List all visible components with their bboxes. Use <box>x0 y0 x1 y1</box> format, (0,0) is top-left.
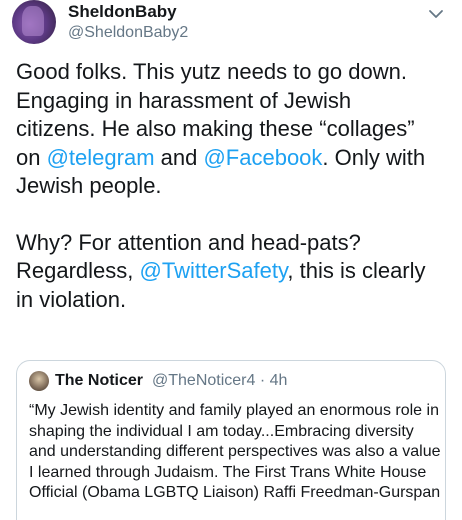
tweet-text-fragment: . Only with <box>322 144 426 170</box>
tweet-text: Good folks. This yutz needs to go down. … <box>16 58 456 314</box>
handle[interactable]: @SheldonBaby2 <box>68 24 188 42</box>
mention-twittersafety-link[interactable]: @TwitterSafety <box>140 258 288 283</box>
tweet-text-line: Jewish people. <box>16 173 162 198</box>
chevron-down-icon[interactable] <box>426 4 446 24</box>
mention-telegram-link[interactable]: @telegram <box>47 145 155 170</box>
tweet-text-line: on @telegram and @Facebook. Only with <box>16 144 456 173</box>
tweet-text-fragment: on <box>16 144 47 170</box>
quoted-avatar[interactable] <box>29 371 49 391</box>
quoted-tweet-card[interactable]: The Noticer @TheNoticer4 · 4h “My Jewish… <box>16 360 446 520</box>
tweet-text-line: Engaging in harassment of Jewish <box>16 87 352 113</box>
tweet-text-fragment: , this is clearly <box>287 258 426 283</box>
tweet: SheldonBaby @SheldonBaby2 Good folks. Th… <box>0 0 462 520</box>
quoted-display-name[interactable]: The Noticer <box>55 372 143 390</box>
tweet-text-line: in violation. <box>16 286 127 312</box>
mention-facebook-link[interactable]: @Facebook <box>203 145 322 170</box>
tweet-text-line: Good folks. This yutz needs to go down. <box>16 59 407 84</box>
quoted-tweet-text: “My Jewish identity and family played an… <box>29 402 441 501</box>
display-name[interactable]: SheldonBaby <box>68 2 177 22</box>
tweet-text-fragment: Regardless, <box>16 258 140 283</box>
avatar[interactable] <box>12 0 56 44</box>
tweet-text-line: Why? For attention and head-pats? <box>16 229 361 255</box>
tweet-text-fragment: and <box>154 144 204 170</box>
tweet-text-line: citizens. He also making these “collages… <box>16 116 415 141</box>
tweet-text-line: Regardless, @TwitterSafety, this is clea… <box>16 257 456 286</box>
quoted-handle-time: @TheNoticer4 · 4h <box>152 372 288 389</box>
